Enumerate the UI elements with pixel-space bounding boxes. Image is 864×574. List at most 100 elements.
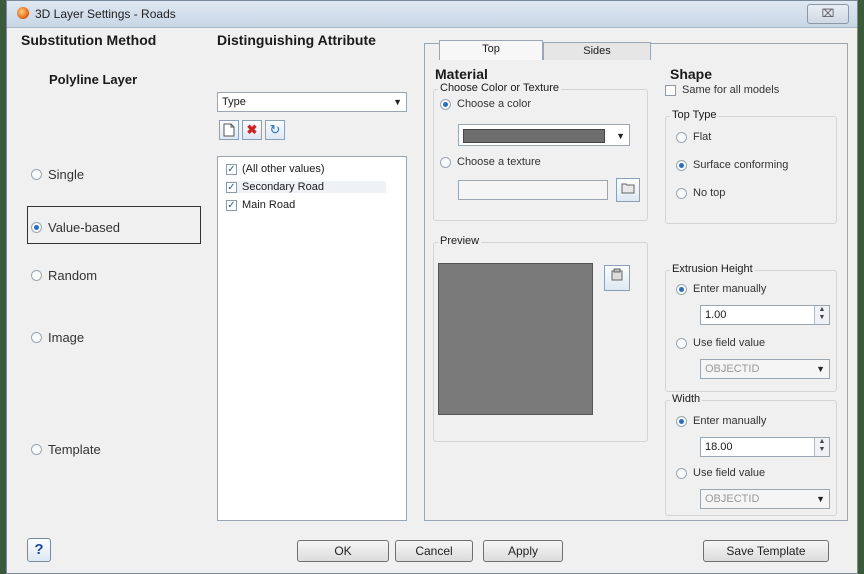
- choose-color-label: Choose a color: [457, 98, 531, 110]
- shape-heading: Shape: [670, 66, 713, 82]
- save-template-button[interactable]: Save Template: [703, 540, 829, 562]
- new-document-icon[interactable]: [219, 120, 239, 140]
- radio-extrusion-manual[interactable]: Enter manually: [676, 283, 766, 295]
- distinguishing-attribute-heading: Distinguishing Attribute: [217, 32, 376, 48]
- radio-image[interactable]: Image: [31, 330, 84, 345]
- spin-updown-icon[interactable]: ▲ ▼: [814, 306, 829, 324]
- radio-value-based[interactable]: Value-based: [31, 220, 120, 235]
- top-type-group-title: Top Type: [670, 109, 719, 121]
- list-item[interactable]: ✓ Secondary Road: [226, 181, 386, 193]
- material-heading: Material: [435, 66, 488, 82]
- layer-type-label: Polyline Layer: [49, 72, 138, 87]
- radio-extrusion-field[interactable]: Use field value: [676, 337, 765, 349]
- extrusion-field-label: Use field value: [693, 337, 766, 349]
- width-field-label: Use field value: [693, 467, 766, 479]
- checkbox-checked-icon[interactable]: ✓: [226, 163, 237, 175]
- extrusion-height-group: Extrusion Height Enter manually 1.00 ▲ ▼ …: [665, 263, 837, 392]
- radio-value-based-label: Value-based: [48, 220, 121, 235]
- checkbox-checked-icon[interactable]: ✓: [226, 181, 237, 193]
- radio-no-top-label: No top: [693, 187, 726, 199]
- close-button[interactable]: ⌧: [807, 4, 849, 24]
- radio-icon: [676, 467, 687, 479]
- list-item[interactable]: ✓ (All other values): [226, 163, 325, 175]
- radio-no-top[interactable]: No top: [676, 187, 725, 199]
- radio-selected-icon: [676, 283, 687, 295]
- tab-panel: Top Sides Material Choose Color or Textu…: [424, 40, 848, 521]
- radio-icon: [676, 337, 687, 349]
- radio-single[interactable]: Single: [31, 167, 84, 182]
- list-item-label: Main Road: [242, 199, 296, 211]
- preview-group-title: Preview: [438, 235, 482, 247]
- help-button[interactable]: ?: [27, 538, 51, 562]
- radio-flat[interactable]: Flat: [676, 131, 711, 143]
- width-title: Width: [670, 393, 703, 405]
- width-input[interactable]: 18.00 ▲ ▼: [700, 437, 830, 457]
- extrusion-field-dropdown[interactable]: OBJECTID ▼: [700, 359, 830, 379]
- checkbox-checked-icon[interactable]: ✓: [226, 199, 237, 211]
- preview-settings-icon[interactable]: [604, 265, 630, 291]
- chevron-down-icon: ▼: [816, 364, 825, 374]
- spin-updown-icon[interactable]: ▲ ▼: [814, 438, 829, 456]
- extrusion-height-input[interactable]: 1.00 ▲ ▼: [700, 305, 830, 325]
- radio-width-field[interactable]: Use field value: [676, 467, 765, 479]
- color-texture-group: Choose Color or Texture Choose a color ▼…: [433, 82, 648, 221]
- preview-group: Preview: [433, 235, 648, 442]
- delete-x-icon[interactable]: ✖: [242, 120, 262, 140]
- width-group: Width Enter manually 18.00 ▲ ▼ Use field …: [665, 393, 837, 516]
- radio-icon: [31, 270, 42, 281]
- radio-flat-label: Flat: [693, 131, 712, 143]
- width-manual-label: Enter manually: [693, 415, 767, 427]
- color-swatch: [463, 129, 605, 143]
- list-item[interactable]: ✓ Main Road: [226, 199, 295, 211]
- title-bar: 3D Layer Settings - Roads ⌧: [7, 1, 857, 28]
- radio-template[interactable]: Template: [31, 442, 101, 457]
- radio-selected-icon: [31, 222, 42, 233]
- extrusion-height-value: 1.00: [705, 309, 727, 321]
- dialog-client: Substitution Method Polyline Layer Singl…: [7, 28, 857, 573]
- settings-window: 3D Layer Settings - Roads ⌧ Substitution…: [6, 0, 858, 574]
- width-field-value: OBJECTID: [705, 493, 760, 505]
- list-item-label: (All other values): [242, 163, 325, 175]
- values-list: ✓ (All other values) ✓ Secondary Road ✓ …: [217, 156, 407, 521]
- radio-icon: [440, 156, 451, 168]
- radio-width-manual[interactable]: Enter manually: [676, 415, 766, 427]
- radio-random-label: Random: [48, 268, 98, 283]
- radio-selected-icon: [440, 98, 451, 110]
- radio-choose-color[interactable]: Choose a color: [440, 98, 531, 110]
- app-icon: [17, 7, 29, 19]
- extrusion-height-title: Extrusion Height: [670, 263, 755, 275]
- radio-selected-icon: [676, 159, 687, 171]
- texture-path-field[interactable]: [458, 180, 608, 200]
- list-item-label: Secondary Road: [242, 181, 324, 193]
- same-for-all-label: Same for all models: [682, 84, 780, 96]
- radio-image-label: Image: [48, 330, 85, 345]
- width-field-dropdown[interactable]: OBJECTID ▼: [700, 489, 830, 509]
- color-texture-group-title: Choose Color or Texture: [438, 82, 562, 94]
- folder-open-icon[interactable]: [616, 178, 640, 202]
- tab-top[interactable]: Top: [439, 40, 543, 60]
- extrusion-field-value: OBJECTID: [705, 363, 760, 375]
- window-title: 3D Layer Settings - Roads: [35, 7, 176, 21]
- color-picker-dropdown[interactable]: ▼: [458, 124, 630, 146]
- refresh-icon[interactable]: ↻: [265, 120, 285, 140]
- radio-surface-conforming[interactable]: Surface conforming: [676, 159, 788, 171]
- attribute-dropdown[interactable]: Type ▼: [217, 92, 407, 112]
- same-for-all-checkbox[interactable]: Same for all models: [665, 84, 779, 96]
- tab-sides[interactable]: Sides: [543, 42, 651, 60]
- radio-icon: [31, 332, 42, 343]
- ok-button[interactable]: OK: [297, 540, 389, 562]
- radio-random[interactable]: Random: [31, 268, 97, 283]
- preview-image: [438, 263, 593, 415]
- radio-icon: [31, 444, 42, 455]
- radio-choose-texture[interactable]: Choose a texture: [440, 156, 541, 168]
- checkbox-icon: [665, 84, 676, 96]
- width-value: 18.00: [705, 441, 733, 453]
- chevron-down-icon: ▼: [393, 97, 402, 107]
- chevron-down-icon: ▼: [816, 494, 825, 504]
- chevron-down-icon: ▼: [616, 131, 625, 141]
- attribute-dropdown-value: Type: [222, 96, 246, 108]
- top-type-group: Top Type Flat Surface conforming No top: [665, 109, 837, 224]
- radio-selected-icon: [676, 415, 687, 427]
- cancel-button[interactable]: Cancel: [395, 540, 473, 562]
- apply-button[interactable]: Apply: [483, 540, 563, 562]
